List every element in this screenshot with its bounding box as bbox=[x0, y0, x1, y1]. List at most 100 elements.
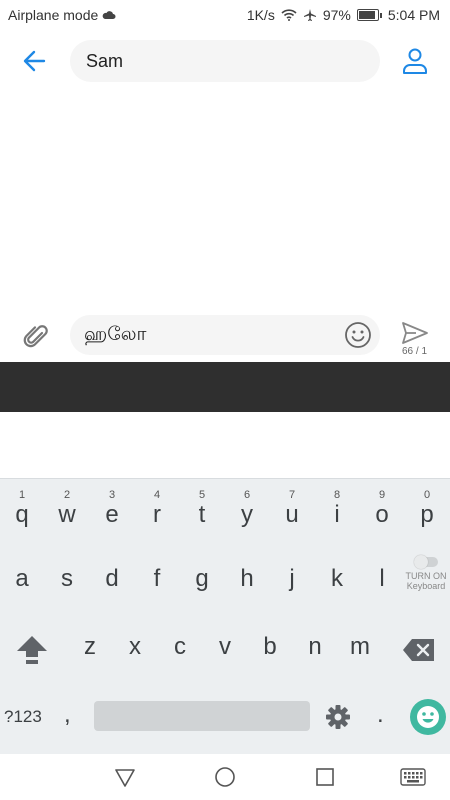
contact-name: Sam bbox=[86, 51, 124, 71]
key-hint: 9 bbox=[378, 489, 386, 501]
key-char: j bbox=[289, 565, 295, 592]
key-char: y bbox=[241, 501, 253, 528]
key-k[interactable]: k bbox=[315, 551, 359, 607]
key-hint: 0 bbox=[423, 489, 431, 501]
key-char: p bbox=[420, 501, 434, 528]
key-char: m bbox=[350, 633, 370, 660]
key-d[interactable]: d bbox=[90, 551, 134, 607]
network-speed: 1K/s bbox=[246, 7, 275, 23]
backspace-icon[interactable] bbox=[402, 637, 436, 663]
key-n[interactable]: n bbox=[293, 619, 337, 675]
comma-key[interactable]: , bbox=[64, 701, 71, 729]
key-m[interactable]: m bbox=[338, 619, 382, 675]
key-hint: 2 bbox=[63, 489, 71, 501]
key-q[interactable]: 1q bbox=[0, 483, 44, 539]
key-a[interactable]: a bbox=[0, 551, 44, 607]
toggle-switch bbox=[414, 555, 438, 569]
key-char: a bbox=[15, 565, 29, 592]
nav-keyboard-icon[interactable] bbox=[400, 768, 426, 786]
shift-icon[interactable] bbox=[14, 633, 50, 667]
nav-back-icon[interactable] bbox=[114, 766, 136, 788]
suggestion-strip bbox=[0, 362, 450, 412]
cloud-icon bbox=[102, 11, 116, 19]
key-y[interactable]: 6y bbox=[225, 483, 269, 539]
key-char: f bbox=[153, 565, 161, 592]
period-key[interactable]: . bbox=[377, 701, 384, 729]
app-bar: Sam bbox=[0, 30, 450, 92]
navigation-bar bbox=[0, 754, 450, 800]
keyboard-label: Keyboard bbox=[406, 581, 446, 591]
blank-area bbox=[0, 412, 450, 478]
key-char: q bbox=[15, 501, 29, 528]
key-char: u bbox=[285, 501, 299, 528]
key-l[interactable]: l bbox=[360, 551, 404, 607]
status-right: 1K/s 97% 5:04 PM bbox=[247, 7, 440, 23]
key-char: l bbox=[379, 565, 385, 592]
key-hint: 4 bbox=[153, 489, 161, 501]
recipient-field[interactable]: Sam bbox=[70, 40, 380, 82]
key-char: c bbox=[174, 633, 186, 660]
battery-percent: 97% bbox=[322, 7, 351, 23]
key-u[interactable]: 7u bbox=[270, 483, 314, 539]
key-hint: 6 bbox=[243, 489, 251, 501]
space-bar[interactable] bbox=[94, 701, 310, 731]
key-char: h bbox=[240, 565, 254, 592]
nav-home-icon[interactable] bbox=[214, 766, 236, 788]
key-char: n bbox=[308, 633, 322, 660]
smiley-icon bbox=[417, 706, 439, 728]
key-char: w bbox=[58, 501, 76, 528]
key-f[interactable]: f bbox=[135, 551, 179, 607]
emoji-icon[interactable] bbox=[344, 321, 372, 349]
gear-icon[interactable] bbox=[324, 703, 352, 731]
back-arrow-icon[interactable] bbox=[18, 46, 52, 76]
key-w[interactable]: 2w bbox=[45, 483, 89, 539]
key-hint: 7 bbox=[288, 489, 296, 501]
key-char: g bbox=[195, 565, 209, 592]
key-char: v bbox=[219, 633, 231, 660]
message-input[interactable]: ஹலோ bbox=[70, 315, 380, 355]
key-hint: 1 bbox=[18, 489, 26, 501]
key-r[interactable]: 4r bbox=[135, 483, 179, 539]
key-o[interactable]: 9o bbox=[360, 483, 404, 539]
nav-recent-icon[interactable] bbox=[314, 766, 336, 788]
character-counter: 66 / 1 bbox=[402, 346, 428, 357]
key-b[interactable]: b bbox=[248, 619, 292, 675]
key-char: z bbox=[84, 633, 96, 660]
key-p[interactable]: 0p bbox=[405, 483, 449, 539]
compose-bar: ஹலோ 66 / 1 bbox=[0, 310, 450, 362]
battery-icon bbox=[356, 9, 382, 21]
key-j[interactable]: j bbox=[270, 551, 314, 607]
key-char: i bbox=[334, 501, 340, 528]
message-text: ஹலோ bbox=[84, 324, 147, 345]
keyboard: 1q2w3e4r5t6y7u8i9o0p asdfghjkl zxcvbnm T… bbox=[0, 478, 450, 755]
key-i[interactable]: 8i bbox=[315, 483, 359, 539]
key-t[interactable]: 5t bbox=[180, 483, 224, 539]
key-x[interactable]: x bbox=[113, 619, 157, 675]
turn-on-keyboard-toggle[interactable]: TURN ON Keyboard bbox=[405, 555, 447, 603]
key-z[interactable]: z bbox=[68, 619, 112, 675]
conversation-area bbox=[0, 92, 450, 310]
key-char: o bbox=[375, 501, 389, 528]
symbols-key[interactable]: ?123 bbox=[4, 707, 42, 727]
key-s[interactable]: s bbox=[45, 551, 89, 607]
key-char: r bbox=[153, 501, 161, 528]
emoji-key[interactable] bbox=[410, 699, 446, 735]
key-g[interactable]: g bbox=[180, 551, 224, 607]
key-h[interactable]: h bbox=[225, 551, 269, 607]
airplane-icon bbox=[303, 9, 316, 21]
turn-on-label: TURN ON bbox=[405, 571, 447, 581]
key-c[interactable]: c bbox=[158, 619, 202, 675]
key-char: b bbox=[263, 633, 277, 660]
contact-icon[interactable] bbox=[398, 46, 432, 76]
key-v[interactable]: v bbox=[203, 619, 247, 675]
paperclip-icon[interactable] bbox=[20, 320, 50, 350]
key-hint: 5 bbox=[198, 489, 206, 501]
key-char: x bbox=[129, 633, 141, 660]
airplane-mode-text: Airplane mode bbox=[8, 7, 99, 23]
send-icon[interactable] bbox=[400, 320, 430, 346]
key-e[interactable]: 3e bbox=[90, 483, 134, 539]
key-char: d bbox=[105, 565, 119, 592]
status-left: Airplane mode bbox=[8, 7, 116, 23]
key-char: s bbox=[61, 565, 73, 592]
wifi-icon bbox=[281, 9, 297, 21]
